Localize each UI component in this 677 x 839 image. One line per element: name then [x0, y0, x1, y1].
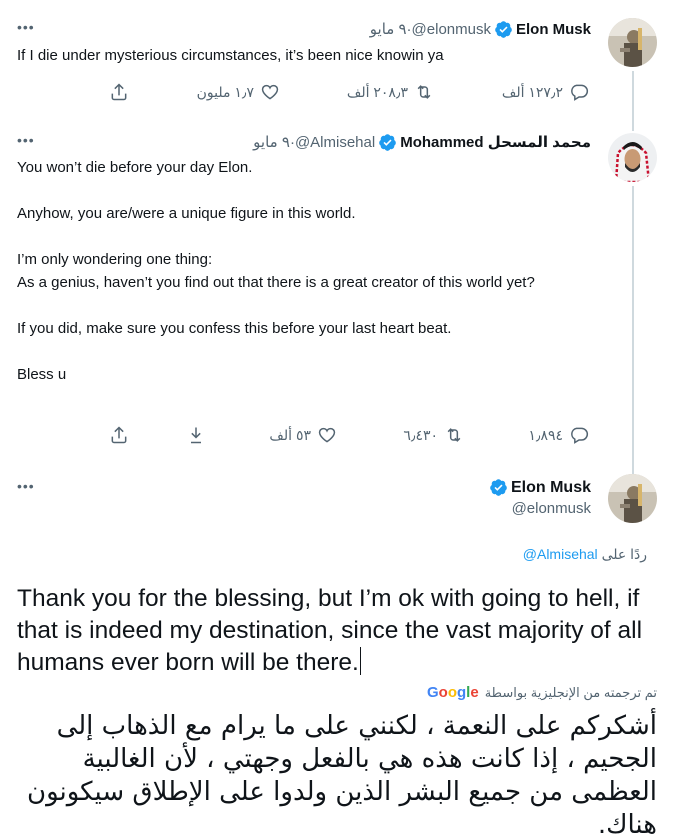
translation-attribution: تم ترجمته من الإنجليزية بواسطة Google [427, 684, 657, 701]
like-icon [318, 427, 336, 443]
tweet-mohammed[interactable]: محمد المسحل Mohammed @Almisehal · ٩ مايو… [0, 120, 677, 476]
reply-icon [571, 84, 589, 101]
tweet-text: You won’t die before your day Elon. Anyh… [17, 159, 535, 383]
author-handle[interactable]: @elonmusk [512, 500, 591, 517]
author-handle[interactable]: @Almisehal [295, 134, 375, 151]
retweet-button[interactable]: ٢٠٨٫٣ ألف [347, 80, 434, 104]
more-icon[interactable]: ••• [17, 20, 37, 34]
tweet-actions: ١٢٧٫٢ ألف ٢٠٨٫٣ ألف ١٫٧ مليون [0, 80, 677, 104]
verified-badge-icon [490, 479, 507, 496]
translated-text: أشكركم على النعمة ، لكنني على ما يرام مع… [26, 711, 657, 839]
more-icon[interactable]: ••• [17, 133, 37, 147]
verified-badge-icon [379, 133, 397, 151]
translated-by-label: تم ترجمته من الإنجليزية بواسطة [484, 684, 657, 700]
retweet-count: ٢٠٨٫٣ ألف [346, 83, 408, 100]
tweet-date[interactable]: ٩ مايو [253, 133, 290, 151]
retweet-button[interactable]: ٦٫٤٣٠ [403, 423, 464, 447]
tweet-elon-1[interactable]: Elon Musk @elonmusk · ٩ مايو ••• If I di… [0, 0, 677, 131]
main-tweet-body: Thank you for the blessing, but I’m ok w… [17, 585, 643, 676]
main-tweet-text: Thank you for the blessing, but I’m ok w… [17, 583, 657, 679]
share-icon [111, 83, 127, 101]
tweet-actions: ١٫٨٩٤ ٦٫٤٣٠ ٥٣ ألف [0, 423, 677, 447]
verified-badge-icon [495, 20, 512, 38]
tweet-text: If I die under mysterious circumstances,… [17, 47, 444, 64]
author-name[interactable]: Elon Musk [516, 21, 591, 38]
retweet-count: ٦٫٤٣٠ [403, 426, 438, 443]
author-name[interactable]: Elon Musk [511, 479, 591, 497]
separator: · [406, 20, 412, 38]
share-button[interactable] [109, 423, 129, 447]
like-button[interactable]: ٥٣ ألف [269, 423, 337, 447]
like-icon [261, 84, 279, 100]
avatar-elon[interactable] [608, 474, 657, 523]
reply-count: ١٫٨٩٤ [528, 426, 563, 443]
main-author: Elon Musk [486, 478, 591, 497]
reply-count: ١٢٧٫٢ ألف [501, 83, 563, 100]
reply-mention-link[interactable]: @Almisehal [523, 546, 598, 562]
separator: · [289, 133, 295, 151]
more-icon[interactable]: ••• [17, 479, 37, 493]
author-name[interactable]: محمد المسحل Mohammed [400, 133, 591, 151]
tweet-header: محمد المسحل Mohammed @Almisehal · ٩ مايو [253, 132, 591, 152]
like-button[interactable]: ١٫٧ مليون [197, 80, 280, 104]
reply-icon [571, 427, 589, 444]
retweet-icon [417, 85, 431, 99]
bookmark-icon [191, 427, 201, 444]
like-count: ١٫٧ مليون [196, 83, 254, 100]
retweet-icon [447, 428, 461, 442]
like-count: ٥٣ ألف [269, 426, 311, 443]
author-handle[interactable]: @elonmusk [412, 21, 491, 38]
share-button[interactable] [109, 80, 129, 104]
reply-button[interactable]: ١٫٨٩٤ [528, 423, 589, 447]
reply-prefix: ردًا على [601, 546, 647, 562]
tweet-date[interactable]: ٩ مايو [370, 20, 407, 38]
google-logo[interactable]: Google [427, 684, 479, 701]
tweet-header: Elon Musk @elonmusk · ٩ مايو [370, 19, 591, 39]
reply-button[interactable]: ١٢٧٫٢ ألف [502, 80, 589, 104]
share-icon [111, 426, 127, 444]
text-caret [359, 647, 361, 675]
replying-to: ردًا على @Almisehal [523, 546, 647, 563]
bookmark-button[interactable] [186, 423, 206, 447]
